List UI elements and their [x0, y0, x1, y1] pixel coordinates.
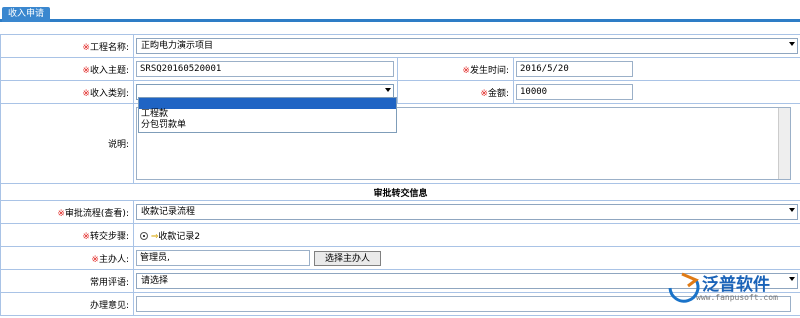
- project-label: ※工程名称:: [0, 34, 134, 58]
- chevron-down-icon: [385, 88, 391, 92]
- fanpu-logo: 泛普软件 www.fanpusoft.com: [666, 266, 794, 308]
- subject-label: ※收入主题:: [0, 57, 134, 81]
- dropdown-highlight[interactable]: [139, 98, 396, 109]
- category-label: ※收入类别:: [0, 80, 134, 104]
- note-scrollbar[interactable]: [778, 108, 790, 179]
- flow-label: ※审批流程(查看):: [0, 200, 134, 224]
- category-dropdown: 工程款 分包罚款单: [138, 97, 397, 133]
- subject-input[interactable]: SRSQ20160520001: [136, 61, 394, 77]
- title-bar: 收入申请: [0, 0, 800, 22]
- amount-input[interactable]: 10000: [516, 84, 633, 100]
- dropdown-option[interactable]: 工程款: [139, 109, 396, 120]
- section-title: 审批转交信息: [0, 183, 800, 201]
- amount-label: ※金额:: [397, 80, 514, 104]
- logo-url: www.fanpusoft.com: [696, 293, 778, 302]
- opinion-label: 办理意见:: [0, 292, 134, 316]
- step-label: ※转交步骤:: [0, 223, 134, 247]
- flow-select[interactable]: 收款记录流程: [136, 204, 798, 220]
- step-radio[interactable]: [140, 232, 148, 240]
- project-select[interactable]: 正昀电力演示项目: [136, 38, 798, 54]
- host-input[interactable]: 管理员,: [136, 250, 310, 266]
- chevron-down-icon: [789, 208, 795, 212]
- logo-name: 泛普软件: [702, 275, 770, 295]
- date-input[interactable]: 2016/5/20: [516, 61, 633, 77]
- step-value: 收款记录2: [158, 231, 201, 242]
- comment-label: 常用评语:: [0, 269, 134, 293]
- tab-income-request[interactable]: 收入申请: [2, 7, 51, 22]
- dropdown-option[interactable]: 分包罚款单: [139, 120, 396, 131]
- host-label: ※主办人:: [0, 246, 134, 270]
- chevron-down-icon: [789, 42, 795, 46]
- view-flow-link[interactable]: (查看): [101, 209, 126, 219]
- select-host-button[interactable]: 选择主办人: [314, 250, 382, 266]
- note-label: 说明:: [0, 103, 134, 184]
- date-label: ※发生时间:: [397, 57, 514, 81]
